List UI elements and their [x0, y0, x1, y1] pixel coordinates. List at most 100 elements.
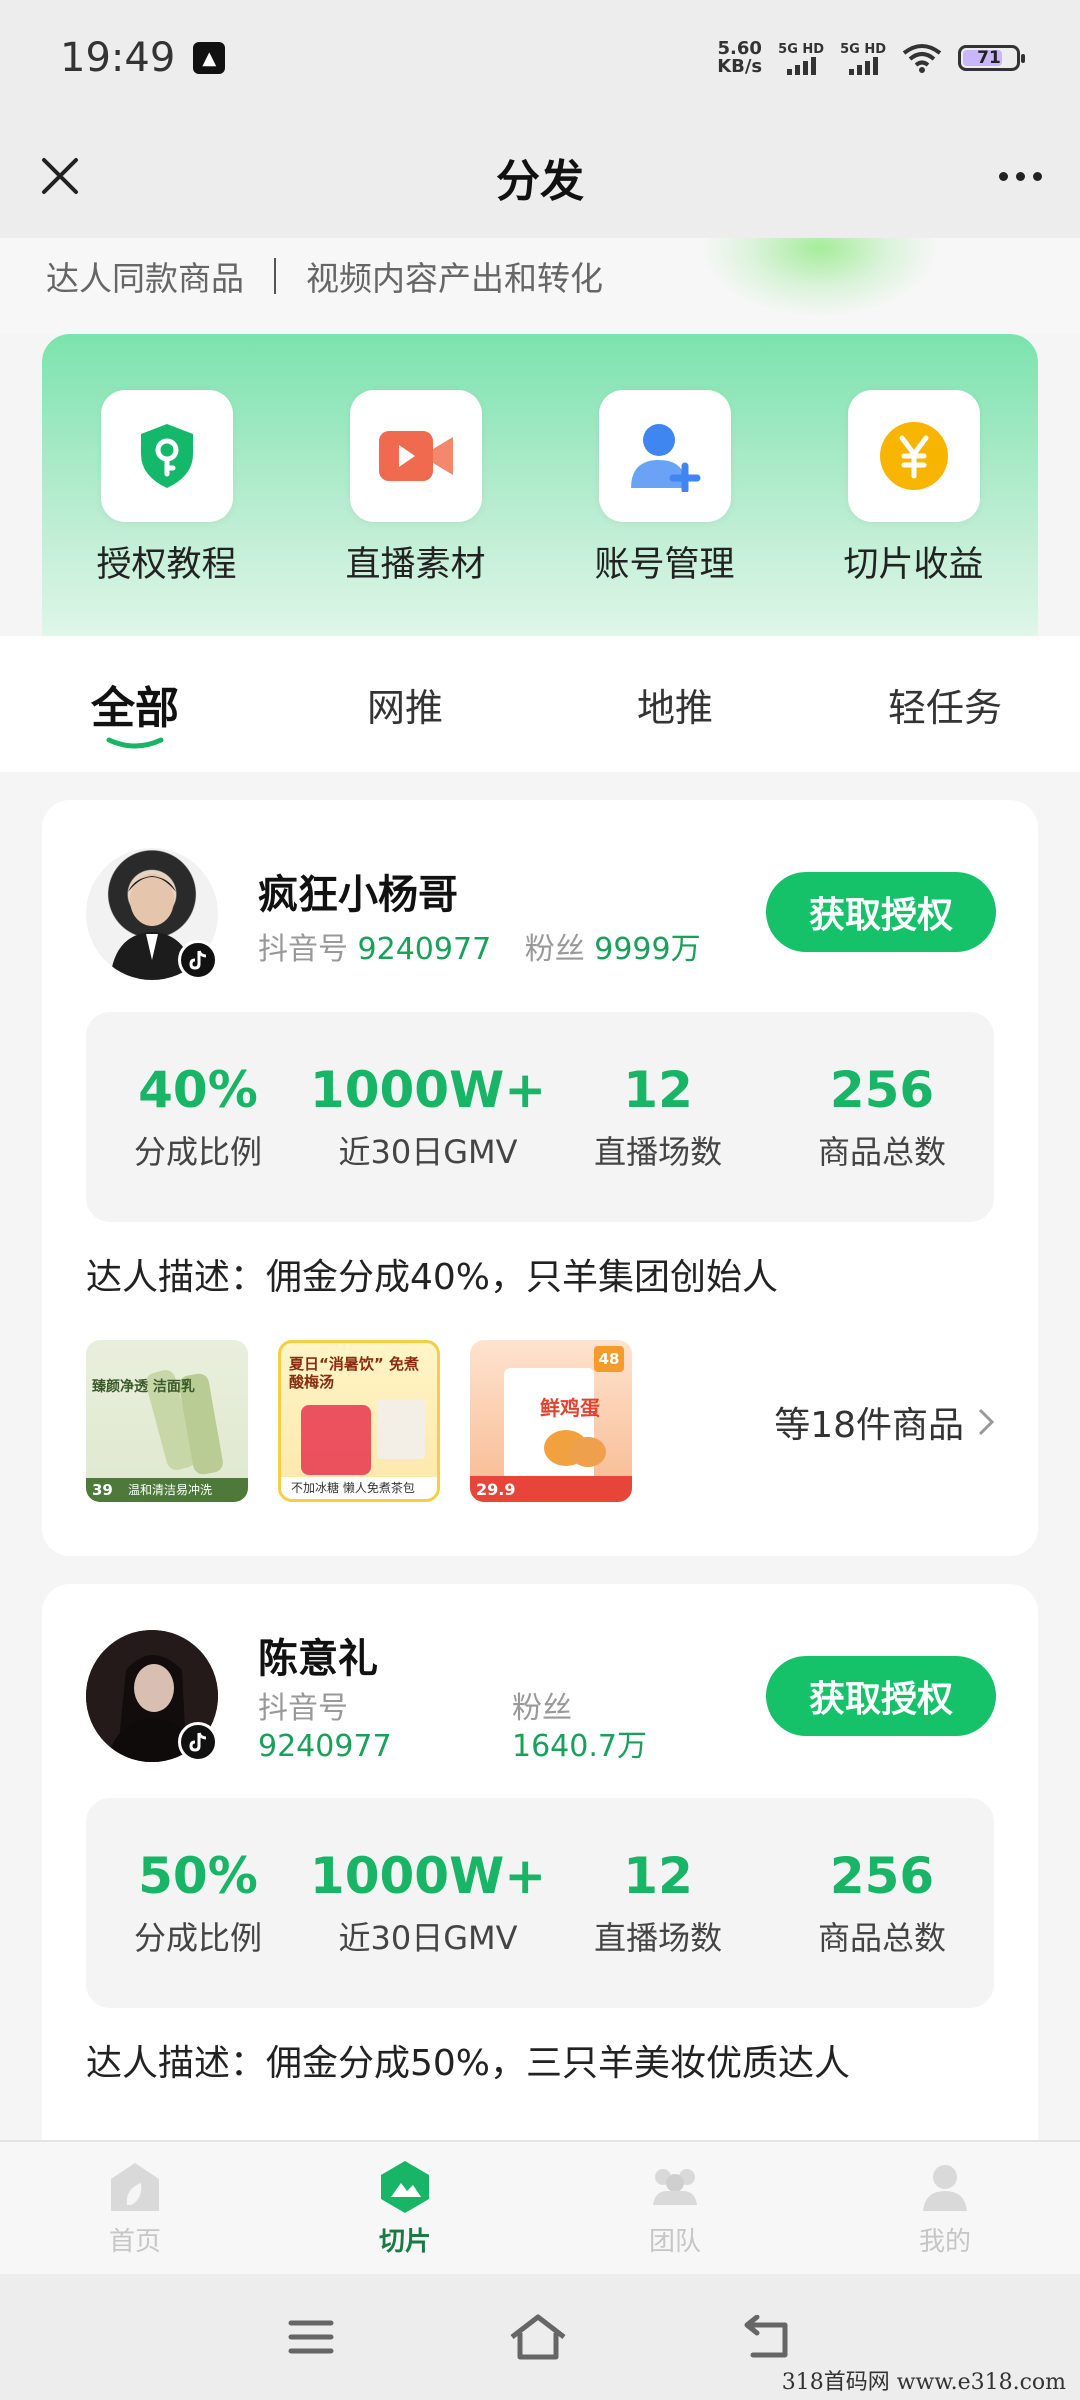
product-thumbnail[interactable]: 臻颜净透 洁面乳 39 温和清洁易冲洗 — [86, 1340, 248, 1502]
stat-product-total: 256 商品总数 — [770, 1061, 994, 1173]
close-button[interactable] — [28, 144, 92, 208]
more-products-link[interactable]: 等18件商品 — [774, 1396, 996, 1448]
team-icon — [653, 2168, 697, 2205]
creator-meta: 抖音号 9240977 粉丝 9999万 — [258, 924, 701, 968]
product-title: 鲜鸡蛋 — [540, 1396, 600, 1420]
creator-card[interactable]: 陈意礼 抖音号 9240977 粉丝 1640.7万 获取授权 50% 分成比例… — [42, 1584, 1038, 2184]
user-add-icon — [630, 424, 700, 492]
banner-strip: 达人同款商品 视频内容产出和转化 — [0, 238, 1080, 334]
product-caption: 温和清洁易冲洗 — [128, 1483, 213, 1497]
stat-value: 40% — [138, 1061, 258, 1119]
tiktok-icon — [178, 1722, 218, 1762]
slice-mountain-icon — [381, 2160, 429, 2213]
more-dot-icon — [1032, 171, 1042, 181]
product-title: 夏日“消暑饮” 免煮酸梅汤 — [289, 1355, 419, 1391]
quick-item-auth-tutorial[interactable]: 授权教程 — [57, 390, 277, 636]
creator-card[interactable]: 疯狂小杨哥 抖音号 9240977 粉丝 9999万 获取授权 40% 分成比例… — [42, 800, 1038, 1556]
stat-label: 直播场数 — [594, 1133, 723, 1171]
nav-label: 我的 — [918, 2226, 971, 2257]
tab-label: 轻任务 — [887, 685, 1002, 730]
bottom-navigation: 首页 切片 团队 我的 — [0, 2140, 1080, 2274]
product-thumbnail[interactable]: 夏日“消暑饮” 免煮酸梅汤 不加冰糖 懒人免煮茶包 — [278, 1340, 440, 1502]
product-badge: 48 — [594, 1346, 624, 1372]
home-icon[interactable] — [508, 2313, 568, 2361]
tab-active-indicator — [106, 737, 164, 749]
creator-name: 疯狂小杨哥 — [258, 872, 458, 918]
tab-label: 全部 — [91, 683, 179, 734]
product-title: 臻颜净透 洁面乳 — [92, 1379, 195, 1395]
status-time: 19:49 — [60, 35, 176, 81]
stat-label: 商品总数 — [818, 1919, 947, 1957]
stat-commission-rate: 50% 分成比例 — [86, 1847, 310, 1959]
banner-decoration — [700, 238, 940, 318]
banner-divider — [274, 258, 276, 294]
stat-value: 1000W+ — [309, 1061, 547, 1119]
back-icon[interactable] — [741, 2315, 793, 2359]
stat-live-count: 12 直播场数 — [546, 1061, 770, 1173]
banner-left-text: 达人同款商品 — [46, 259, 244, 298]
product-price: 39 — [92, 1481, 113, 1499]
category-tabs: 全部 网推 地推 轻任务 — [0, 636, 1080, 772]
yen-coin-icon — [879, 422, 948, 490]
stat-label: 商品总数 — [818, 1133, 947, 1171]
tab-online[interactable]: 网推 — [270, 636, 540, 772]
nav-label: 首页 — [108, 2226, 161, 2257]
nav-item-team[interactable]: 团队 — [540, 2142, 810, 2274]
product-thumbnail[interactable]: 鲜鸡蛋 48 29.9 — [470, 1340, 632, 1502]
sim2-signal-icon: 5G HD — [840, 42, 886, 75]
product-price: 29.9 — [476, 1480, 516, 1499]
more-options-button[interactable] — [988, 144, 1052, 208]
creator-description: 达人描述：佣金分成40%，只羊集团创始人 — [86, 1257, 779, 1298]
video-camera-icon — [378, 431, 453, 481]
get-authorization-button[interactable]: 获取授权 — [766, 1656, 996, 1736]
nav-label: 团队 — [648, 2226, 701, 2257]
battery-icon: 71 — [958, 45, 1025, 71]
fans-label: 粉丝 — [524, 932, 585, 967]
close-icon — [42, 158, 78, 194]
quick-item-label: 切片收益 — [843, 545, 984, 585]
product-caption: 不加冰糖 懒人免煮茶包 — [291, 1481, 415, 1495]
douyin-id: 9240977 — [258, 1729, 392, 1764]
stat-product-total: 256 商品总数 — [770, 1847, 994, 1959]
tab-label: 网推 — [366, 685, 443, 730]
sim1-label: 5G HD — [778, 41, 825, 57]
stat-value: 256 — [829, 1061, 935, 1119]
tab-label: 地推 — [636, 685, 713, 730]
network-speed-unit: KB/s — [717, 56, 763, 77]
nav-item-slice[interactable]: 切片 — [270, 2142, 540, 2274]
stat-gmv: 1000W+ 近30日GMV — [310, 1061, 546, 1173]
stat-label: 分成比例 — [133, 1133, 262, 1171]
battery-level: 71 — [977, 48, 1001, 68]
tab-all[interactable]: 全部 — [0, 636, 270, 772]
network-speed: 5.60 KB/s — [717, 40, 762, 76]
douyin-id: 9240977 — [357, 932, 492, 967]
quick-item-account-manage[interactable]: 账号管理 — [555, 390, 775, 636]
tiktok-icon — [178, 940, 218, 980]
quick-item-label: 账号管理 — [594, 545, 735, 585]
banner-right-text: 视频内容产出和转化 — [306, 259, 603, 298]
quick-item-slice-income[interactable]: 切片收益 — [804, 390, 1024, 636]
stat-value: 12 — [623, 1061, 693, 1119]
nav-item-profile[interactable]: 我的 — [810, 2142, 1080, 2274]
fans-count: 1640.7万 — [512, 1729, 647, 1764]
stat-label: 近30日GMV — [338, 1133, 518, 1171]
get-authorization-button[interactable]: 获取授权 — [766, 872, 996, 952]
douyin-meta: 抖音号 9240977 — [258, 1690, 392, 1766]
sim1-signal-icon: 5G HD — [778, 42, 824, 75]
stats-box: 40% 分成比例 1000W+ 近30日GMV 12 直播场数 256 商品总数 — [86, 1012, 994, 1222]
fans-label: 粉丝 — [512, 1691, 572, 1726]
shield-key-icon — [140, 424, 193, 488]
stat-value: 50% — [138, 1847, 258, 1905]
stat-value: 1000W+ — [309, 1847, 547, 1905]
tab-light-task[interactable]: 轻任务 — [810, 636, 1080, 772]
stat-live-count: 12 直播场数 — [546, 1847, 770, 1959]
menu-icon[interactable] — [287, 2317, 335, 2357]
tab-offline[interactable]: 地推 — [540, 636, 810, 772]
status-indicators: 5.60 KB/s 5G HD 5G HD 71 — [717, 40, 1025, 76]
stat-label: 近30日GMV — [338, 1919, 518, 1957]
profile-icon — [923, 2164, 967, 2211]
quick-item-live-material[interactable]: 直播素材 — [306, 390, 526, 636]
stat-label: 分成比例 — [133, 1919, 262, 1957]
more-dot-icon — [998, 171, 1008, 181]
nav-item-home[interactable]: 首页 — [0, 2142, 270, 2274]
